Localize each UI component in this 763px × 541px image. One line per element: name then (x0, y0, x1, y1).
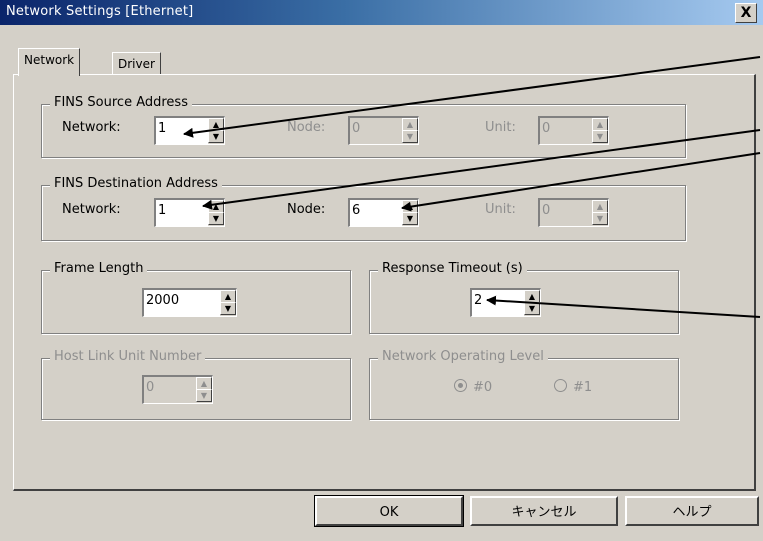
dest-unit-value: 0 (542, 203, 551, 218)
tab-driver-label: Driver (118, 57, 155, 71)
host-link-label: Host Link Unit Number (50, 349, 206, 364)
source-unit-spin: 0 ▲ ▼ (538, 116, 609, 145)
spin-down-icon: ▼ (402, 130, 418, 143)
fins-destination-group: FINS Destination Address Network: 1 ▲ ▼ … (41, 176, 686, 241)
spin-down-icon[interactable]: ▼ (208, 212, 224, 225)
level-option-1: #1 (554, 379, 592, 395)
close-icon: X (740, 5, 752, 21)
ok-button[interactable]: OK (314, 495, 464, 527)
host-link-value: 0 (146, 380, 155, 395)
dest-node-value: 6 (352, 203, 361, 218)
radio-checked-icon (454, 379, 467, 392)
host-link-group: Host Link Unit Number 0 ▲ ▼ (41, 349, 351, 420)
response-timeout-spinner: ▲ ▼ (524, 290, 540, 316)
dest-network-label: Network: (62, 202, 121, 217)
dest-node-label: Node: (287, 202, 326, 217)
response-timeout-spin[interactable]: 2 ▲ ▼ (470, 288, 541, 317)
cancel-button[interactable]: キャンセル (470, 496, 618, 526)
source-node-value: 0 (352, 121, 361, 136)
network-settings-dialog: Network Settings [Ethernet] X Network Dr… (0, 0, 763, 541)
host-link-spin: 0 ▲ ▼ (142, 375, 213, 404)
source-network-spinner: ▲ ▼ (208, 118, 224, 144)
spin-down-icon[interactable]: ▼ (524, 302, 540, 315)
frame-length-spinner: ▲ ▼ (220, 290, 236, 316)
dest-node-spinner: ▲ ▼ (402, 200, 418, 226)
spin-down-icon[interactable]: ▼ (402, 212, 418, 225)
tab-network[interactable]: Network (18, 48, 81, 76)
source-network-spin[interactable]: 1 ▲ ▼ (154, 116, 225, 145)
frame-length-value: 2000 (146, 293, 180, 308)
tab-network-label: Network (24, 53, 75, 67)
help-button[interactable]: ヘルプ (625, 496, 759, 526)
dest-unit-spinner: ▲ ▼ (592, 200, 608, 226)
fins-source-label: FINS Source Address (50, 95, 192, 110)
dest-node-spin[interactable]: 6 ▲ ▼ (348, 198, 419, 227)
source-node-spinner: ▲ ▼ (402, 118, 418, 144)
source-network-label: Network: (62, 120, 121, 135)
fins-source-group: FINS Source Address Network: 1 ▲ ▼ Node:… (41, 95, 686, 158)
frame-length-group: Frame Length 2000 ▲ ▼ (41, 261, 351, 334)
ok-button-label: OK (379, 505, 399, 520)
close-button[interactable]: X (735, 3, 757, 23)
level-option-0: #0 (454, 379, 492, 395)
title-bar[interactable]: Network Settings [Ethernet] X (0, 0, 763, 25)
dest-network-spinner: ▲ ▼ (208, 200, 224, 226)
source-node-label: Node: (287, 120, 326, 135)
source-unit-spinner: ▲ ▼ (592, 118, 608, 144)
spin-down-icon: ▼ (196, 389, 212, 402)
level-option-1-label: #1 (573, 380, 593, 395)
spin-down-icon[interactable]: ▼ (220, 302, 236, 315)
network-operating-level-group: Network Operating Level #0 #1 (369, 349, 679, 420)
dest-unit-spin: 0 ▲ ▼ (538, 198, 609, 227)
radio-unchecked-icon (554, 379, 567, 392)
cancel-button-label: キャンセル (511, 505, 577, 520)
help-button-label: ヘルプ (672, 505, 712, 520)
dest-network-spin[interactable]: 1 ▲ ▼ (154, 198, 225, 227)
network-tab-panel: FINS Source Address Network: 1 ▲ ▼ Node:… (13, 74, 756, 491)
dest-network-value: 1 (158, 203, 167, 218)
source-network-value: 1 (158, 121, 167, 136)
fins-destination-label: FINS Destination Address (50, 176, 222, 191)
response-timeout-group: Response Timeout (s) 2 ▲ ▼ (369, 261, 679, 334)
frame-length-label: Frame Length (50, 261, 148, 276)
source-unit-value: 0 (542, 121, 551, 136)
level-option-0-label: #0 (473, 380, 493, 395)
network-operating-level-label: Network Operating Level (378, 349, 548, 364)
window-title: Network Settings [Ethernet] (6, 4, 194, 19)
spin-down-icon: ▼ (592, 130, 608, 143)
source-unit-label: Unit: (485, 120, 516, 135)
frame-length-spin[interactable]: 2000 ▲ ▼ (142, 288, 237, 317)
tab-driver[interactable]: Driver (112, 52, 161, 75)
spin-down-icon: ▼ (592, 212, 608, 225)
dest-unit-label: Unit: (485, 202, 516, 217)
spin-down-icon[interactable]: ▼ (208, 130, 224, 143)
response-timeout-label: Response Timeout (s) (378, 261, 527, 276)
host-link-spinner: ▲ ▼ (196, 377, 212, 403)
response-timeout-value: 2 (474, 293, 483, 308)
source-node-spin: 0 ▲ ▼ (348, 116, 419, 145)
